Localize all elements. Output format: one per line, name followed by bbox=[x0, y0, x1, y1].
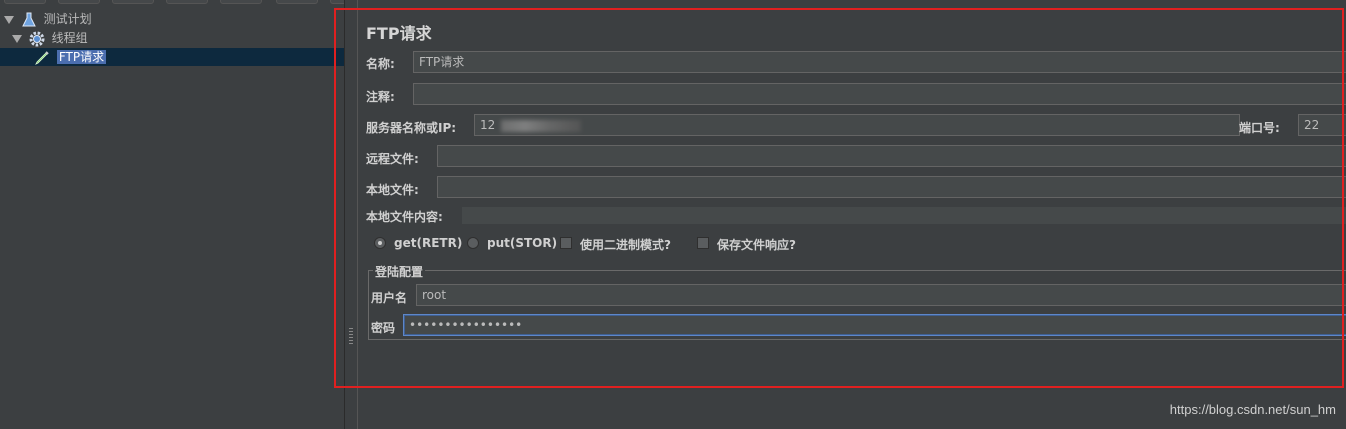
toolbar-button[interactable] bbox=[112, 0, 154, 4]
put-radio[interactable] bbox=[467, 237, 479, 249]
page-title: FTP请求 bbox=[366, 24, 432, 43]
binary-mode-label: 使用二进制模式? bbox=[580, 238, 671, 252]
tree-item-label: FTP请求 bbox=[56, 50, 107, 64]
port-field[interactable]: 22 bbox=[1298, 114, 1346, 136]
server-label: 服务器名称或IP: bbox=[366, 121, 457, 135]
comment-field[interactable] bbox=[413, 83, 1346, 105]
toolbar-button[interactable] bbox=[58, 0, 100, 4]
toolbar-button[interactable] bbox=[4, 0, 46, 4]
local-content-field[interactable] bbox=[462, 207, 1346, 224]
server-value: 12 bbox=[480, 118, 496, 132]
password-label: 密码 bbox=[371, 321, 396, 335]
toolbar-button[interactable] bbox=[276, 0, 318, 4]
password-field[interactable]: •••••••••••••••• bbox=[403, 314, 1346, 336]
watermark: https://blog.csdn.net/sun_hm bbox=[1169, 402, 1336, 417]
gear-icon bbox=[29, 31, 45, 47]
username-label: 用户名 bbox=[371, 291, 408, 305]
binary-mode-checkbox[interactable] bbox=[560, 237, 572, 249]
tree-item-thread-group[interactable]: 线程组 bbox=[12, 29, 88, 47]
get-radio[interactable] bbox=[374, 237, 386, 249]
toolbar-button[interactable] bbox=[220, 0, 262, 4]
comment-label: 注释: bbox=[366, 90, 395, 104]
test-plan-tree: 测试计划 线程组 FTP请求 bbox=[0, 6, 344, 429]
tree-item-label: 测试计划 bbox=[43, 12, 92, 26]
save-response-checkbox[interactable] bbox=[697, 237, 709, 249]
save-response-label: 保存文件响应? bbox=[717, 238, 796, 252]
splitter-grip-icon[interactable] bbox=[349, 328, 353, 344]
toolbar-button[interactable] bbox=[166, 0, 208, 4]
redacted-mark bbox=[501, 119, 582, 132]
expand-triangle-icon[interactable] bbox=[12, 34, 22, 43]
put-label: put(STOR) bbox=[487, 236, 558, 250]
port-label: 端口号: bbox=[1239, 121, 1280, 135]
local-file-field[interactable] bbox=[437, 176, 1346, 198]
tree-item-label: 线程组 bbox=[51, 31, 88, 45]
username-field[interactable]: root bbox=[416, 284, 1346, 306]
local-content-label: 本地文件内容: bbox=[366, 210, 443, 224]
get-label: get(RETR) bbox=[394, 236, 463, 250]
test-plan-icon bbox=[21, 12, 37, 28]
remote-file-label: 远程文件: bbox=[366, 152, 419, 166]
server-field[interactable]: 12 bbox=[474, 114, 1240, 136]
name-label: 名称: bbox=[366, 57, 395, 71]
ftp-request-panel: FTP请求 名称: FTP请求 注释: 服务器名称或IP: 12 端口号: 22… bbox=[358, 0, 1346, 429]
name-field[interactable]: FTP请求 bbox=[413, 51, 1346, 73]
remote-file-field[interactable] bbox=[437, 145, 1346, 167]
tree-item-ftp-request[interactable]: FTP请求 bbox=[0, 48, 344, 66]
login-config-legend: 登陆配置 bbox=[373, 263, 426, 280]
expand-triangle-icon[interactable] bbox=[4, 15, 14, 24]
panel-splitter[interactable] bbox=[344, 0, 358, 429]
pipette-icon bbox=[34, 50, 50, 66]
login-config-group: 登陆配置 用户名 root 密码 •••••••••••••••• bbox=[368, 263, 1346, 340]
local-file-label: 本地文件: bbox=[366, 183, 419, 197]
tree-item-test-plan[interactable]: 测试计划 bbox=[4, 10, 92, 28]
